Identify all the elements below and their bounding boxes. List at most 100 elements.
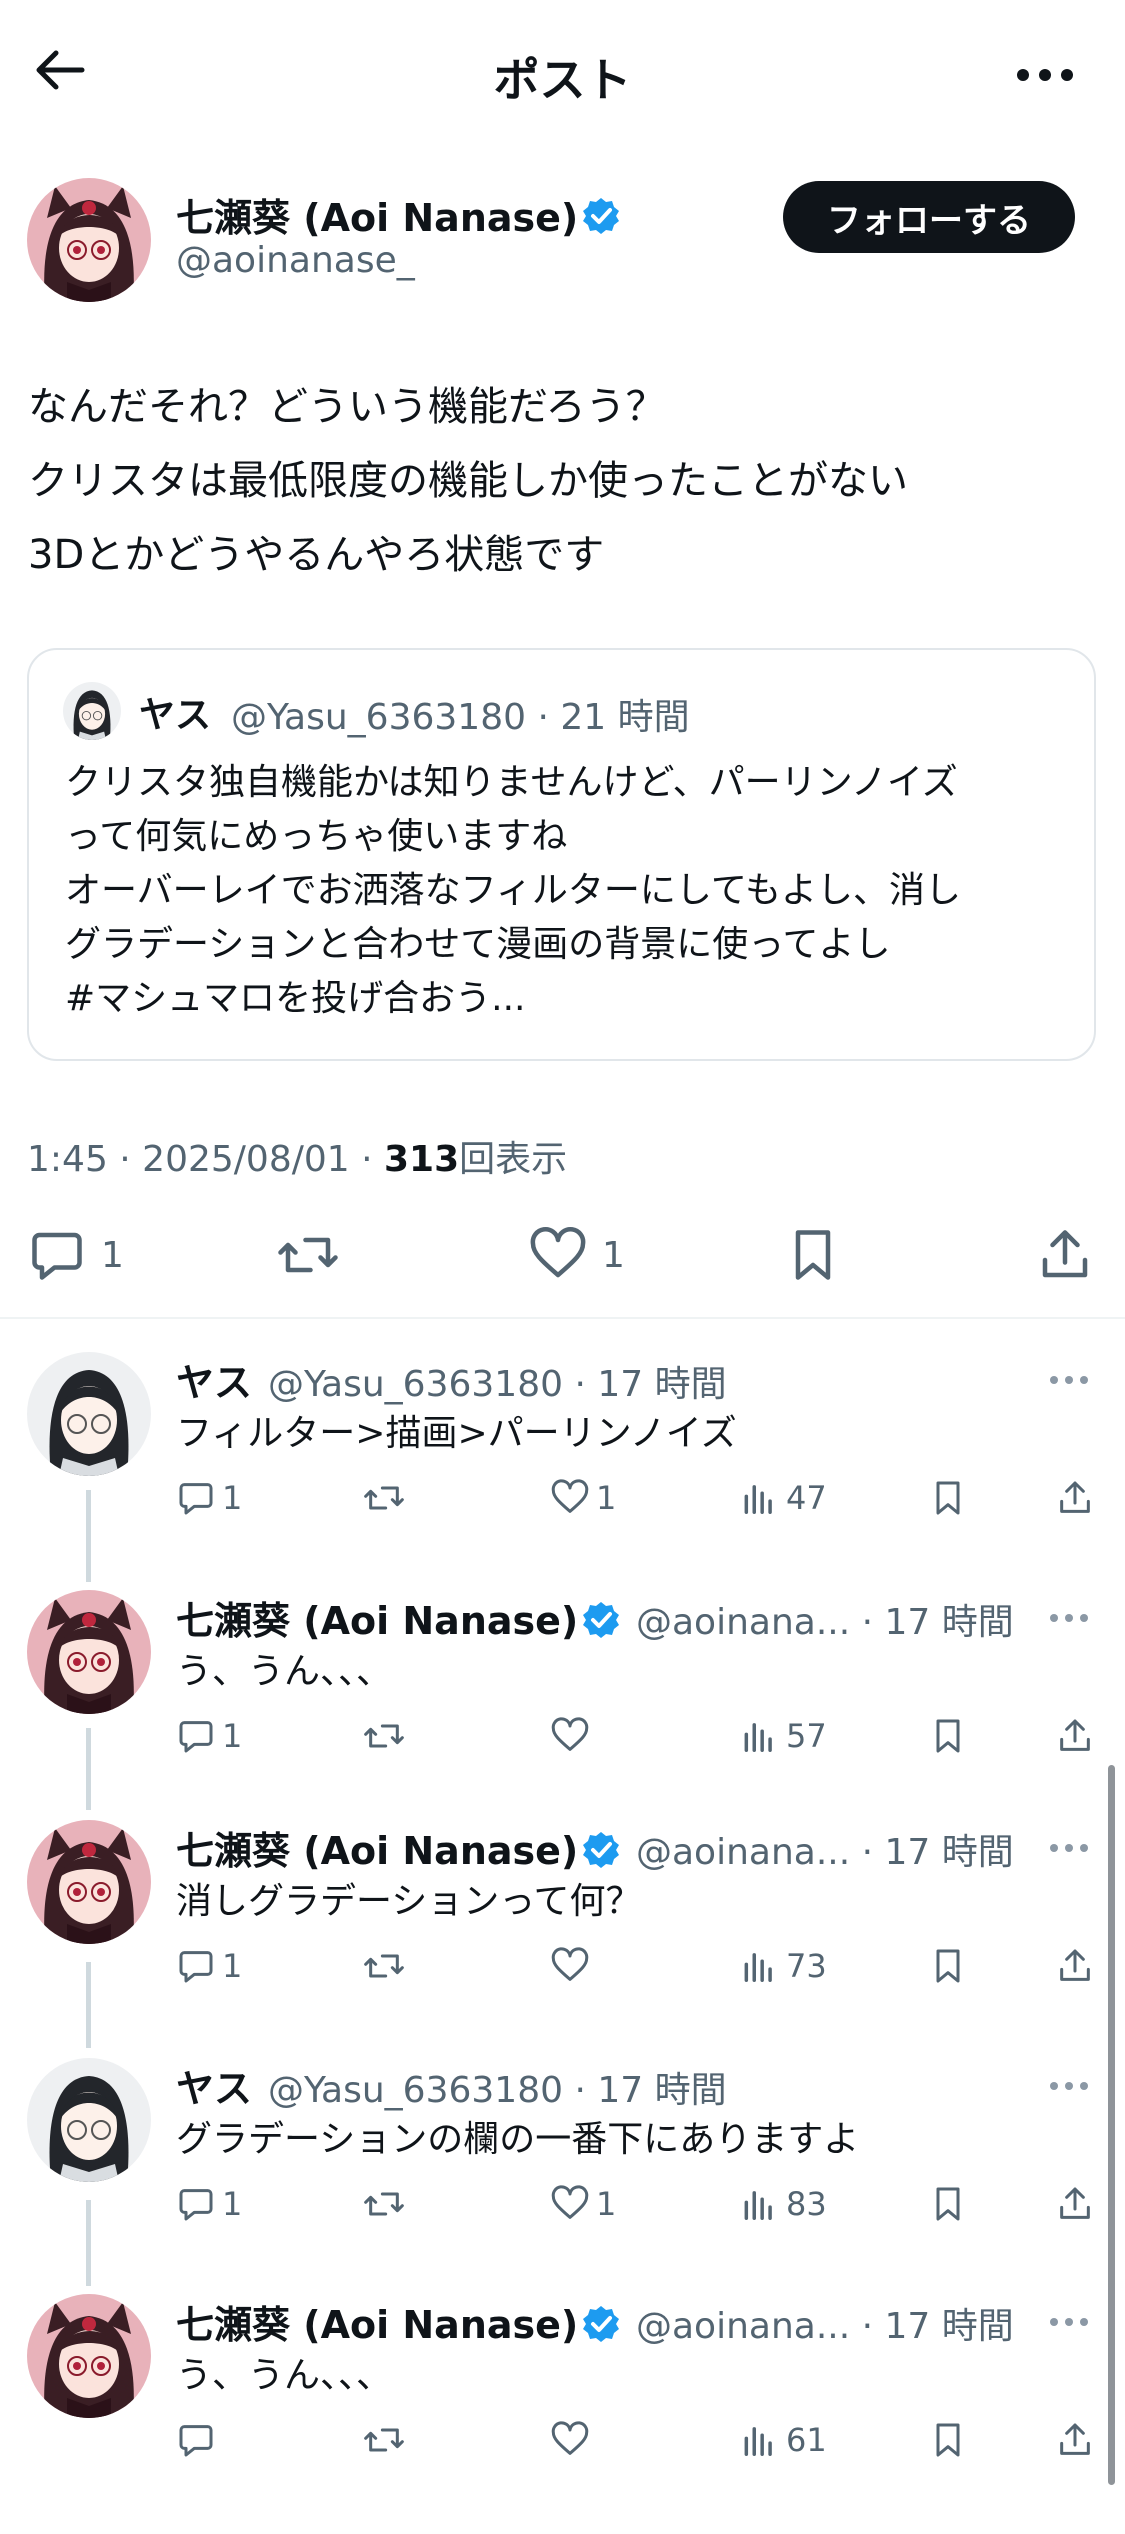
repost-button[interactable] <box>362 2412 406 2468</box>
bar-chart-icon <box>744 1485 772 1514</box>
repost-button[interactable] <box>362 1708 406 1764</box>
repost-button[interactable] <box>362 2176 406 2232</box>
author-handle[interactable]: @aoinanase_ <box>176 240 415 281</box>
like-button[interactable] <box>550 1708 596 1764</box>
avatar[interactable] <box>27 2294 151 2418</box>
reply-button[interactable]: 1 <box>176 1708 242 1764</box>
repost-icon <box>364 1486 404 1510</box>
reply-more-button[interactable] <box>1046 2312 1092 2332</box>
avatar[interactable] <box>27 1352 151 1476</box>
views-button[interactable]: 83 <box>740 2176 827 2232</box>
verified-badge-icon <box>581 1830 621 1870</box>
avatar-yasu-image <box>27 1352 151 1476</box>
avatar[interactable] <box>27 178 151 302</box>
like-button[interactable]: 1 <box>550 2176 616 2232</box>
reply-more-button[interactable] <box>1046 1838 1092 1858</box>
more-horizontal-icon <box>1050 2318 1088 2326</box>
like-count: 1 <box>596 2185 617 2223</box>
reply-count: 1 <box>101 1234 124 1276</box>
quoted-avatar <box>63 682 121 740</box>
repost-icon <box>364 2192 404 2216</box>
avatar[interactable] <box>27 2058 151 2182</box>
avatar-aoi-image <box>27 178 151 302</box>
post-text: なんだそれ？どういう機能だろう？ クリスタは最低限度の機能しか使ったことがない … <box>28 370 908 592</box>
reply-post[interactable]: ヤス @Yasu_6363180 · 17 時間 グラデーションの欄の一番下にあ… <box>0 2058 1125 2298</box>
verified-badge-icon <box>581 196 621 236</box>
reply-button[interactable] <box>176 2412 222 2468</box>
reply-author-name[interactable]: ヤス <box>176 2058 252 2113</box>
reply-author-name[interactable]: 七瀬葵 (Aoi Nanase) <box>176 2294 578 2349</box>
like-button[interactable]: 1 <box>528 1220 625 1290</box>
quoted-author-name: ヤス <box>139 695 212 736</box>
follow-button[interactable]: フォローする <box>783 181 1075 253</box>
reply-count: 1 <box>222 1479 243 1517</box>
bookmark-icon <box>936 1949 960 1983</box>
reply-button[interactable]: 1 <box>176 2176 242 2232</box>
reply-post[interactable]: 七瀬葵 (Aoi Nanase) @aoinana... · 17 時間 う、う… <box>0 1590 1125 1830</box>
heart-icon <box>551 1717 589 1751</box>
reply-post[interactable]: 七瀬葵 (Aoi Nanase) @aoinana... · 17 時間 消しグ… <box>0 1820 1125 2060</box>
share-button[interactable] <box>1035 1220 1095 1290</box>
views-count: 57 <box>786 1717 827 1755</box>
reply-handle-time[interactable]: @aoinana... · 17 時間 <box>636 2297 1014 2349</box>
bookmark-button[interactable] <box>783 1220 843 1290</box>
reply-button[interactable]: 1 <box>27 1220 124 1290</box>
heart-icon <box>551 1947 589 1981</box>
views-button[interactable]: 61 <box>740 2412 827 2468</box>
bar-chart-icon <box>744 2191 772 2220</box>
repost-button[interactable] <box>362 1470 406 1526</box>
reply-author-name[interactable]: 七瀬葵 (Aoi Nanase) <box>176 1590 578 1645</box>
reply-post[interactable]: ヤス @Yasu_6363180 · 17 時間 フィルター>描画>パーリンノイ… <box>0 1352 1125 1592</box>
reply-handle-time[interactable]: @aoinana... · 17 時間 <box>636 1823 1014 1875</box>
verified-badge-icon <box>581 2304 621 2344</box>
share-button[interactable] <box>1055 1708 1095 1764</box>
quoted-post[interactable]: ヤス @Yasu_6363180 · 21 時間 クリスタ独自機能かは知りません… <box>27 648 1096 1061</box>
share-button[interactable] <box>1055 1470 1095 1526</box>
views-count: 73 <box>786 1947 827 1985</box>
bar-chart-icon <box>744 2427 772 2456</box>
reply-more-button[interactable] <box>1046 2076 1092 2096</box>
reply-handle-time[interactable]: @Yasu_6363180 · 17 時間 <box>268 1355 727 1407</box>
views-button[interactable]: 47 <box>740 1470 827 1526</box>
reply-more-button[interactable] <box>1046 1370 1092 1390</box>
reply-handle-time[interactable]: @aoinana... · 17 時間 <box>636 1593 1014 1645</box>
post-text-line: なんだそれ？どういう機能だろう？ <box>28 384 666 430</box>
avatar-yasu-image <box>63 682 121 740</box>
post-text-line: 3Dとかどうやるんやろ状態です <box>28 532 605 578</box>
reply-more-button[interactable] <box>1046 1608 1092 1628</box>
like-button[interactable]: 1 <box>550 1470 616 1526</box>
repost-button[interactable] <box>362 1938 406 1994</box>
reply-post[interactable]: 七瀬葵 (Aoi Nanase) @aoinana... · 17 時間 う、う… <box>0 2294 1125 2534</box>
like-button[interactable] <box>550 2412 596 2468</box>
repost-button[interactable] <box>275 1220 341 1290</box>
like-count: 1 <box>602 1234 625 1276</box>
bookmark-button[interactable] <box>928 2412 968 2468</box>
author-name[interactable]: 七瀬葵 (Aoi Nanase) <box>176 187 578 242</box>
reply-author-name[interactable]: 七瀬葵 (Aoi Nanase) <box>176 1820 578 1875</box>
bookmark-button[interactable] <box>928 1938 968 1994</box>
share-button[interactable] <box>1055 2176 1095 2232</box>
avatar[interactable] <box>27 1590 151 1714</box>
avatar[interactable] <box>27 1820 151 1944</box>
reply-button[interactable]: 1 <box>176 1938 242 1994</box>
views-button[interactable]: 73 <box>740 1938 827 1994</box>
more-horizontal-icon <box>1017 69 1073 81</box>
reply-icon <box>179 1721 213 1753</box>
scrollbar[interactable] <box>1108 1765 1115 2485</box>
reply-text: う、うん、、、 <box>176 1651 393 1692</box>
reply-button[interactable]: 1 <box>176 1470 242 1526</box>
more-button[interactable] <box>1010 55 1080 95</box>
reply-count: 1 <box>222 1947 243 1985</box>
share-button[interactable] <box>1055 1938 1095 1994</box>
reply-author-name[interactable]: ヤス <box>176 1352 252 1407</box>
bookmark-button[interactable] <box>928 1708 968 1764</box>
verified-badge-icon <box>581 1600 621 1640</box>
like-button[interactable] <box>550 1938 596 1994</box>
reply-handle-time[interactable]: @Yasu_6363180 · 17 時間 <box>268 2061 727 2113</box>
share-button[interactable] <box>1055 2412 1095 2468</box>
like-count: 1 <box>596 1479 617 1517</box>
heart-icon <box>551 1479 589 1513</box>
bookmark-button[interactable] <box>928 1470 968 1526</box>
views-button[interactable]: 57 <box>740 1708 827 1764</box>
bookmark-button[interactable] <box>928 2176 968 2232</box>
